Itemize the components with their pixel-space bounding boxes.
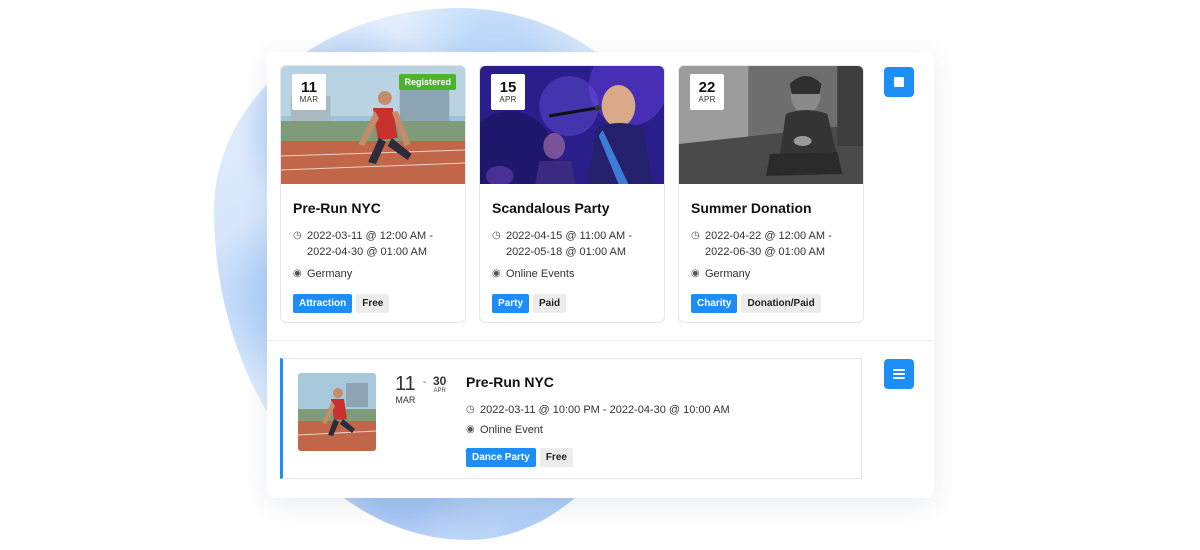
event-time: ◷ 2022-03-11 @ 12:00 AM - 2022-04-30 @ 0… (293, 228, 453, 260)
event-list-item[interactable]: 11 MAR - 30 APR Pre-Run NYC ◷ 2022-03-11… (280, 358, 862, 479)
price-tag: Free (539, 448, 573, 467)
event-time: ◷ 2022-04-22 @ 12:00 AM - 2022-06-30 @ 0… (691, 228, 851, 260)
grid-view-icon (894, 77, 904, 87)
date-separator: - (423, 377, 427, 388)
price-tag: Paid (533, 294, 567, 313)
section-divider (267, 340, 934, 341)
event-tags: Charity Donation/Paid (691, 294, 851, 313)
event-location-text: Online Events (506, 268, 575, 280)
list-view-icon (893, 369, 905, 379)
event-time-start: 2022-04-22 @ 12:00 AM - (705, 230, 832, 242)
event-time: ◷ 2022-03-11 @ 10:00 PM - 2022-04-30 @ 1… (466, 402, 730, 418)
event-title[interactable]: Pre-Run NYC (293, 200, 453, 216)
event-location: ◉ Germany (293, 266, 453, 282)
event-time-end: 2022-04-30 @ 01:00 AM (307, 246, 428, 258)
event-location-text: Germany (307, 268, 353, 280)
clock-icon: ◷ (466, 404, 475, 415)
start-date: 11 MAR (395, 374, 416, 406)
end-date: 30 APR (433, 375, 446, 395)
price-tag: Donation/Paid (741, 294, 821, 313)
event-location: ◉ Online Events (492, 266, 652, 282)
event-time: ◷ 2022-04-15 @ 11:00 AM - 2022-05-18 @ 0… (492, 228, 652, 260)
event-tags: Dance Party Free (466, 448, 730, 467)
date-month: MAR (299, 94, 319, 104)
start-day: 11 (395, 373, 416, 395)
date-day: 11 (301, 78, 317, 96)
date-day: 22 (698, 78, 716, 96)
category-tag[interactable]: Dance Party (466, 448, 536, 467)
event-time-end: 2022-06-30 @ 01:00 AM (705, 246, 826, 258)
event-title[interactable]: Summer Donation (691, 200, 851, 216)
registered-badge: Registered (399, 74, 456, 90)
price-tag: Free (356, 294, 390, 313)
location-pin-icon: ◉ (293, 268, 302, 279)
category-tag[interactable]: Attraction (293, 294, 353, 313)
date-day: 15 (499, 78, 517, 96)
events-panel: 11 MAR Registered Pre-Run NYC ◷ 2022-03-… (267, 52, 934, 498)
event-title[interactable]: Scandalous Party (492, 200, 652, 216)
date-badge: 22 APR (690, 74, 724, 110)
location-pin-icon: ◉ (466, 424, 475, 435)
event-thumbnail-runner[interactable] (298, 373, 376, 451)
event-card[interactable]: 11 MAR Registered Pre-Run NYC ◷ 2022-03-… (280, 65, 466, 323)
location-pin-icon: ◉ (492, 268, 501, 279)
clock-icon: ◷ (492, 230, 501, 241)
event-image-runner[interactable]: 11 MAR Registered (281, 66, 465, 184)
category-tag[interactable]: Party (492, 294, 530, 313)
end-day: 30 (433, 374, 447, 388)
event-image-donation[interactable]: 22 APR (679, 66, 863, 184)
event-time-text: 2022-03-11 @ 10:00 PM - 2022-04-30 @ 10:… (480, 404, 730, 416)
event-location-text: Online Event (480, 424, 543, 436)
start-month: MAR (395, 395, 416, 405)
clock-icon: ◷ (691, 230, 700, 241)
event-card[interactable]: 15 APR Scandalous Party ◷ 2022-04-15 @ 1… (479, 65, 665, 323)
list-view-button[interactable] (884, 359, 914, 389)
event-location: ◉ Germany (691, 266, 851, 282)
event-time-start: 2022-04-15 @ 11:00 AM - (506, 230, 632, 242)
grid-view-button[interactable] (884, 67, 914, 97)
event-image-concert[interactable]: 15 APR (480, 66, 664, 184)
location-pin-icon: ◉ (691, 268, 700, 279)
event-time-end: 2022-05-18 @ 01:00 AM (506, 246, 627, 258)
date-badge: 15 APR (491, 74, 525, 110)
event-card[interactable]: 22 APR Summer Donation ◷ 2022-04-22 @ 12… (678, 65, 864, 323)
event-location-text: Germany (705, 268, 751, 280)
event-time-start: 2022-03-11 @ 12:00 AM - (307, 230, 433, 242)
category-tag[interactable]: Charity (691, 294, 738, 313)
event-tags: Attraction Free (293, 294, 453, 313)
list-event-details: Pre-Run NYC ◷ 2022-03-11 @ 10:00 PM - 20… (466, 374, 730, 467)
date-badge: 11 MAR (292, 74, 326, 110)
event-title[interactable]: Pre-Run NYC (466, 374, 730, 390)
clock-icon: ◷ (293, 230, 302, 241)
date-month: APR (698, 94, 716, 104)
event-location: ◉ Online Event (466, 422, 730, 438)
date-month: APR (499, 94, 517, 104)
end-month: APR (433, 388, 446, 394)
event-tags: Party Paid (492, 294, 652, 313)
